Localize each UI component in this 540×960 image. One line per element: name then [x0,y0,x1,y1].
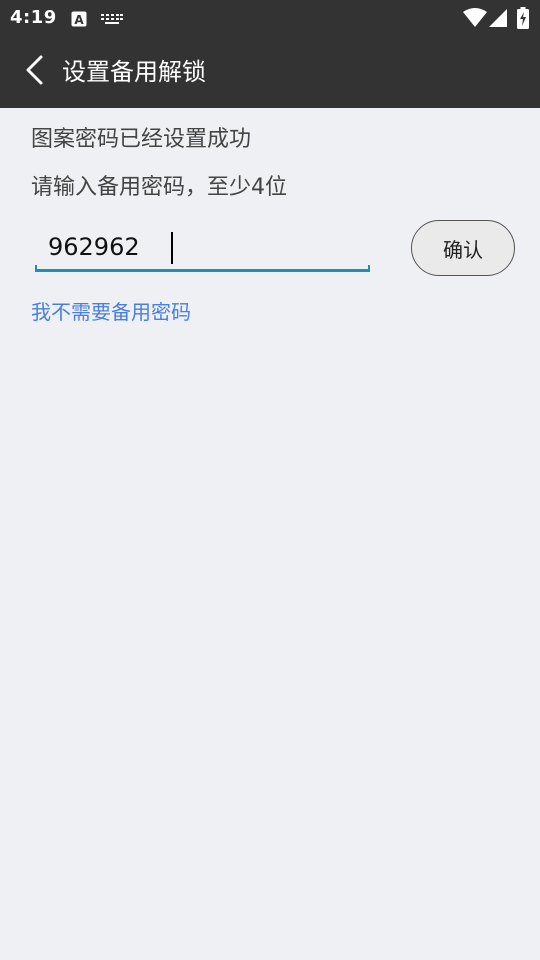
main-content: 图案密码已经设置成功 请输入备用密码，至少4位 确认 我不需要备用密码 [0,108,540,960]
status-bar: 4:19 A [0,0,540,36]
keyboard-icon [101,12,123,31]
back-button[interactable] [12,50,56,94]
success-message: 图案密码已经设置成功 [31,127,252,152]
wifi-icon [463,8,487,32]
app-bar: 设置备用解锁 [0,36,540,108]
backup-password-field[interactable] [35,226,370,274]
status-time: 4:19 [10,7,57,28]
battery-charging-icon [517,7,529,33]
page-title: 设置备用解锁 [62,58,206,86]
confirm-button[interactable]: 确认 [411,220,515,276]
font-a-icon: A [71,11,87,31]
text-cursor [171,232,173,264]
chevron-left-icon [23,54,45,90]
signal-icon [488,8,508,32]
backup-password-input[interactable] [35,226,370,268]
input-underline [35,265,370,272]
svg-text:A: A [74,13,84,27]
password-prompt: 请输入备用密码，至少4位 [31,175,287,200]
skip-backup-password-link[interactable]: 我不需要备用密码 [31,298,191,326]
